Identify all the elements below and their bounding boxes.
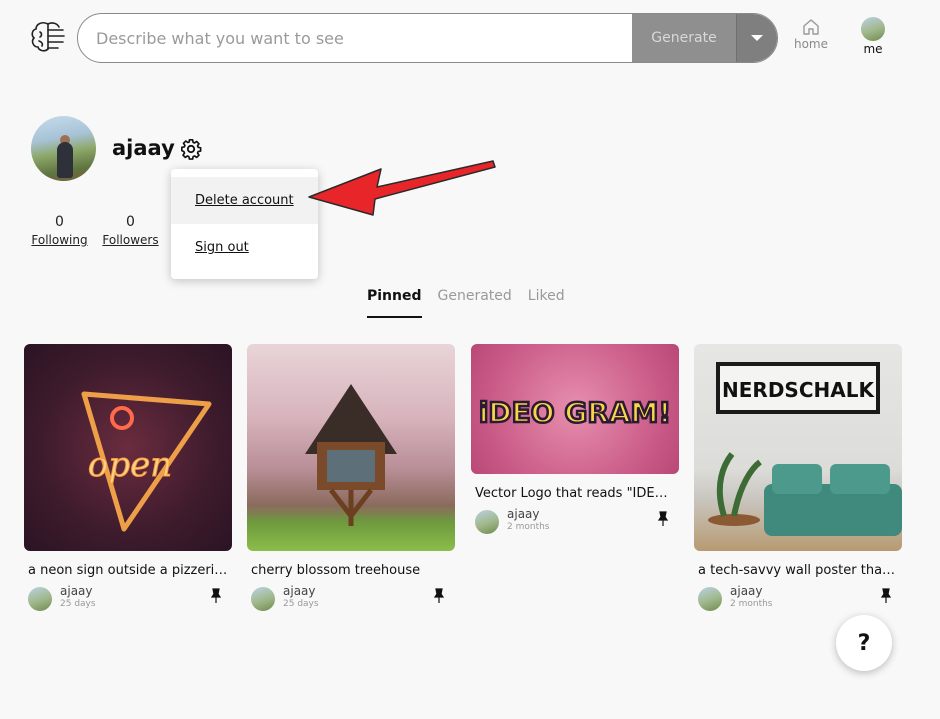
card-image-text: NERDSCHALK	[722, 378, 875, 402]
generate-options-button[interactable]	[736, 14, 777, 62]
card-meta: ajaay 2 months	[471, 507, 679, 535]
card-meta: ajaay 2 months	[694, 584, 902, 612]
card-author[interactable]: ajaay	[730, 584, 763, 598]
card-image[interactable]: iDEO GRAM!	[471, 344, 679, 474]
followers-link[interactable]: Followers	[102, 233, 159, 247]
wall-poster-illustration-icon: NERDSCHALK	[708, 362, 902, 536]
card-meta: ajaay 25 days	[24, 584, 232, 612]
generate-button[interactable]: Generate	[632, 14, 736, 62]
card-title: a neon sign outside a pizzeria...	[28, 563, 228, 578]
following-count: 0	[55, 214, 64, 230]
delete-account-item[interactable]: Delete account	[171, 177, 318, 224]
help-button[interactable]: ?	[836, 615, 892, 671]
image-card[interactable]: NERDSCHALK a tech-savvy wall poster that…	[694, 344, 902, 612]
pin-icon[interactable]	[657, 511, 669, 527]
nav-home[interactable]: home	[790, 17, 832, 51]
home-icon	[803, 19, 819, 35]
card-title: Vector Logo that reads "IDEO...	[475, 486, 675, 501]
treehouse-illustration-icon	[305, 384, 397, 526]
pin-icon[interactable]	[210, 588, 222, 604]
card-image-text: open	[88, 445, 172, 485]
avatar-body	[57, 142, 73, 178]
chevron-down-icon	[751, 35, 763, 41]
avatar	[861, 17, 885, 41]
card-meta: ajaay 25 days	[247, 584, 455, 612]
sign-out-item[interactable]: Sign out	[171, 224, 318, 271]
brain-icon[interactable]	[30, 20, 66, 54]
username: ajaay	[112, 136, 175, 160]
prompt-input[interactable]	[78, 14, 632, 62]
pin-icon[interactable]	[880, 588, 892, 604]
nav-me[interactable]: me	[855, 17, 891, 56]
card-image[interactable]: NERDSCHALK	[694, 344, 902, 551]
tab-pinned[interactable]: Pinned	[367, 288, 422, 318]
avatar[interactable]	[698, 587, 722, 611]
card-age: 25 days	[60, 599, 96, 609]
card-age: 25 days	[283, 599, 319, 609]
avatar[interactable]	[475, 510, 499, 534]
image-card[interactable]: open a neon sign outside a pizzeria... a…	[24, 344, 232, 612]
profile-avatar	[31, 116, 96, 181]
prompt-bar: Generate	[77, 13, 778, 63]
card-title: cherry blossom treehouse	[251, 563, 421, 578]
tab-liked[interactable]: Liked	[528, 288, 565, 318]
card-image-text: iDEO GRAM!	[479, 396, 671, 429]
card-author[interactable]: ajaay	[507, 507, 540, 521]
neon-sign-icon: open	[81, 391, 212, 532]
profile-tabs: Pinned Generated Liked	[367, 288, 565, 318]
followers-stat[interactable]: 0 Followers	[102, 214, 159, 247]
card-author[interactable]: ajaay	[283, 584, 316, 598]
gear-icon[interactable]	[180, 138, 202, 160]
followers-count: 0	[126, 214, 135, 230]
pin-icon[interactable]	[433, 588, 445, 604]
card-title: a tech-savvy wall poster that...	[698, 563, 898, 578]
following-link[interactable]: Following	[31, 233, 88, 247]
card-image[interactable]: open	[24, 344, 232, 551]
ideogram-logo-icon: iDEO GRAM!	[478, 395, 673, 431]
settings-menu: Delete account Sign out	[171, 169, 318, 279]
card-image[interactable]	[247, 344, 455, 551]
tab-generated[interactable]: Generated	[438, 288, 512, 318]
card-age: 2 months	[507, 522, 550, 532]
image-card[interactable]: cherry blossom treehouse ajaay 25 days	[247, 344, 455, 612]
avatar[interactable]	[28, 587, 52, 611]
avatar[interactable]	[251, 587, 275, 611]
card-age: 2 months	[730, 599, 773, 609]
nav-me-label: me	[863, 42, 883, 56]
image-card[interactable]: iDEO GRAM! Vector Logo that reads "IDEO.…	[471, 344, 679, 535]
card-author[interactable]: ajaay	[60, 584, 93, 598]
annotation-arrow-icon	[308, 160, 496, 216]
nav-home-label: home	[793, 37, 829, 51]
following-stat[interactable]: 0 Following	[31, 214, 88, 247]
